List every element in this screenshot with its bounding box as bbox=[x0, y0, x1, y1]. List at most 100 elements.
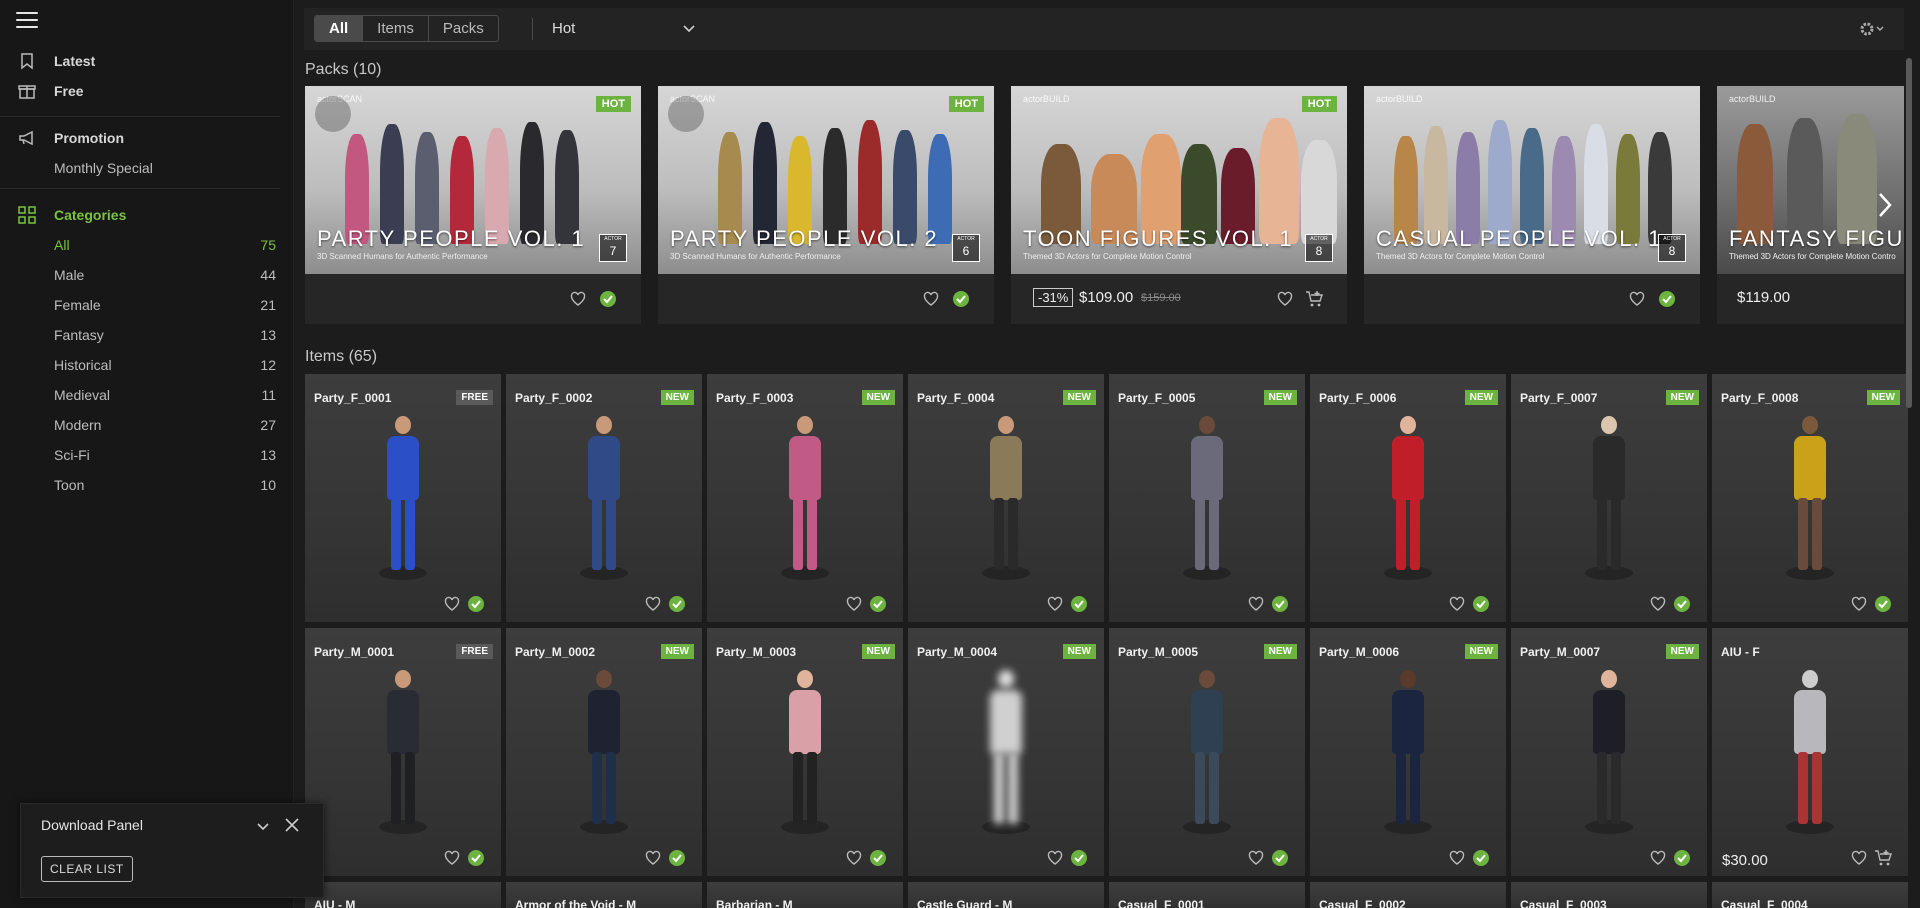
chevron-down-icon[interactable] bbox=[255, 818, 271, 834]
heart-icon[interactable] bbox=[1650, 596, 1666, 612]
sidebar-item-monthly-special[interactable]: Monthly Special bbox=[54, 160, 153, 176]
pack-card[interactable]: actorSCAN PARTY PEOPLE VOL. 1 3D Scanned… bbox=[305, 86, 641, 324]
close-icon[interactable] bbox=[283, 816, 301, 834]
heart-icon[interactable] bbox=[1650, 850, 1666, 866]
add-to-cart-icon[interactable] bbox=[1874, 849, 1892, 867]
heart-icon[interactable] bbox=[1449, 850, 1465, 866]
category-all[interactable]: All 75 bbox=[54, 237, 276, 253]
item-card[interactable]: Party_F_0004 NEW bbox=[908, 374, 1104, 622]
item-card[interactable]: AIU - M bbox=[305, 882, 501, 908]
heart-icon[interactable] bbox=[1851, 850, 1867, 866]
category-sci-fi[interactable]: Sci-Fi 13 bbox=[54, 447, 276, 463]
heart-icon[interactable] bbox=[1851, 596, 1867, 612]
toolbar-divider bbox=[532, 18, 533, 40]
sidebar-item-latest[interactable]: Latest bbox=[18, 49, 95, 73]
heart-icon[interactable] bbox=[570, 291, 586, 307]
category-female[interactable]: Female 21 bbox=[54, 297, 276, 313]
heart-icon[interactable] bbox=[846, 850, 862, 866]
item-card[interactable]: Armor of the Void - M bbox=[506, 882, 702, 908]
pack-card[interactable]: actorBUILD CASUAL PEOPLE VOL. 1 Themed 3… bbox=[1364, 86, 1700, 324]
actor-count-badge: 8 bbox=[1658, 234, 1686, 262]
heart-icon[interactable] bbox=[1047, 596, 1063, 612]
item-card[interactable]: Casual_F_0001 bbox=[1109, 882, 1305, 908]
pack-thumbnail: actorSCAN PARTY PEOPLE VOL. 2 3D Scanned… bbox=[658, 86, 994, 274]
heart-icon[interactable] bbox=[1248, 850, 1264, 866]
owned-check-icon bbox=[1272, 850, 1288, 866]
category-toon[interactable]: Toon 10 bbox=[54, 477, 276, 493]
vertical-scrollbar[interactable] bbox=[1906, 58, 1912, 408]
heart-icon[interactable] bbox=[846, 596, 862, 612]
heart-icon[interactable] bbox=[645, 596, 661, 612]
heart-icon[interactable] bbox=[1248, 596, 1264, 612]
actor-count-badge: 7 bbox=[599, 234, 627, 262]
owned-check-icon bbox=[669, 596, 685, 612]
pack-card[interactable]: actorBUILD TOON FIGURES VOL. 1 Themed 3D… bbox=[1011, 86, 1347, 324]
item-card[interactable]: Party_M_0004 NEW bbox=[908, 628, 1104, 876]
item-card[interactable]: Party_M_0005 NEW bbox=[1109, 628, 1305, 876]
add-to-cart-icon[interactable] bbox=[1305, 290, 1323, 308]
item-card[interactable]: Barbarian - M bbox=[707, 882, 903, 908]
heart-icon[interactable] bbox=[1449, 596, 1465, 612]
hamburger-menu-icon[interactable] bbox=[16, 12, 38, 30]
pack-brand: actorBUILD bbox=[1023, 94, 1070, 104]
category-label: Modern bbox=[54, 417, 102, 433]
item-name: Party_F_0006 bbox=[1319, 391, 1397, 405]
pack-brand: actorBUILD bbox=[1376, 94, 1423, 104]
item-card[interactable]: Party_F_0006 NEW bbox=[1310, 374, 1506, 622]
item-card[interactable]: Party_F_0005 NEW bbox=[1109, 374, 1305, 622]
new-badge: NEW bbox=[1263, 644, 1297, 659]
sort-dropdown[interactable]: Hot bbox=[544, 15, 704, 42]
item-name: Party_M_0003 bbox=[716, 645, 797, 659]
sidebar-item-free[interactable]: Free bbox=[18, 79, 84, 103]
item-name: Party_M_0007 bbox=[1520, 645, 1601, 659]
heart-icon[interactable] bbox=[1047, 850, 1063, 866]
heart-icon[interactable] bbox=[1629, 291, 1645, 307]
item-card[interactable]: Casual_F_0002 bbox=[1310, 882, 1506, 908]
heart-icon[interactable] bbox=[645, 850, 661, 866]
eye-icon[interactable] bbox=[668, 96, 704, 132]
sidebar-item-promotion[interactable]: Promotion bbox=[18, 126, 124, 150]
heart-icon[interactable] bbox=[444, 850, 460, 866]
sidebar-item-categories[interactable]: Categories bbox=[18, 203, 126, 227]
item-card[interactable]: Party_F_0007 NEW bbox=[1511, 374, 1707, 622]
eye-icon[interactable] bbox=[315, 96, 351, 132]
item-card[interactable]: Party_M_0003 NEW bbox=[707, 628, 903, 876]
chevron-right-icon[interactable] bbox=[1874, 190, 1896, 220]
character-figure bbox=[976, 670, 1036, 840]
item-card[interactable]: AIU - F $30.00 bbox=[1712, 628, 1908, 876]
pack-subtitle: 3D Scanned Humans for Authentic Performa… bbox=[317, 252, 488, 261]
category-historical[interactable]: Historical 12 bbox=[54, 357, 276, 373]
gear-icon[interactable] bbox=[1858, 20, 1886, 38]
item-card[interactable]: Party_M_0001 FREE bbox=[305, 628, 501, 876]
character-figure bbox=[1780, 416, 1840, 586]
item-card[interactable]: Casual_F_0004 bbox=[1712, 882, 1908, 908]
megaphone-icon bbox=[19, 130, 33, 146]
item-card[interactable]: Party_F_0002 NEW bbox=[506, 374, 702, 622]
item-card[interactable]: Party_M_0007 NEW bbox=[1511, 628, 1707, 876]
heart-icon[interactable] bbox=[1277, 291, 1293, 307]
item-card[interactable]: Castle Guard - M bbox=[908, 882, 1104, 908]
item-card[interactable]: Party_F_0001 FREE bbox=[305, 374, 501, 622]
item-card[interactable]: Casual_F_0003 bbox=[1511, 882, 1707, 908]
owned-check-icon bbox=[600, 291, 616, 307]
owned-check-icon bbox=[1674, 596, 1690, 612]
item-card[interactable]: Party_M_0006 NEW bbox=[1310, 628, 1506, 876]
filter-packs-button[interactable]: Packs bbox=[429, 16, 498, 41]
heart-icon[interactable] bbox=[444, 596, 460, 612]
filter-items-button[interactable]: Items bbox=[363, 16, 429, 41]
item-name: Party_F_0008 bbox=[1721, 391, 1799, 405]
item-card[interactable]: Party_M_0002 NEW bbox=[506, 628, 702, 876]
clear-list-button[interactable]: CLEAR LIST bbox=[41, 856, 133, 882]
category-modern[interactable]: Modern 27 bbox=[54, 417, 276, 433]
category-fantasy[interactable]: Fantasy 13 bbox=[54, 327, 276, 343]
category-count: 13 bbox=[260, 447, 276, 463]
heart-icon[interactable] bbox=[923, 291, 939, 307]
item-card[interactable]: Party_F_0008 NEW bbox=[1712, 374, 1908, 622]
filter-all-button[interactable]: All bbox=[315, 16, 364, 41]
category-male[interactable]: Male 44 bbox=[54, 267, 276, 283]
free-badge: FREE bbox=[456, 390, 493, 405]
item-card[interactable]: Party_F_0003 NEW bbox=[707, 374, 903, 622]
category-medieval[interactable]: Medieval 11 bbox=[54, 387, 276, 403]
sidebar-item-label: Latest bbox=[54, 53, 96, 69]
pack-card[interactable]: actorSCAN PARTY PEOPLE VOL. 2 3D Scanned… bbox=[658, 86, 994, 324]
